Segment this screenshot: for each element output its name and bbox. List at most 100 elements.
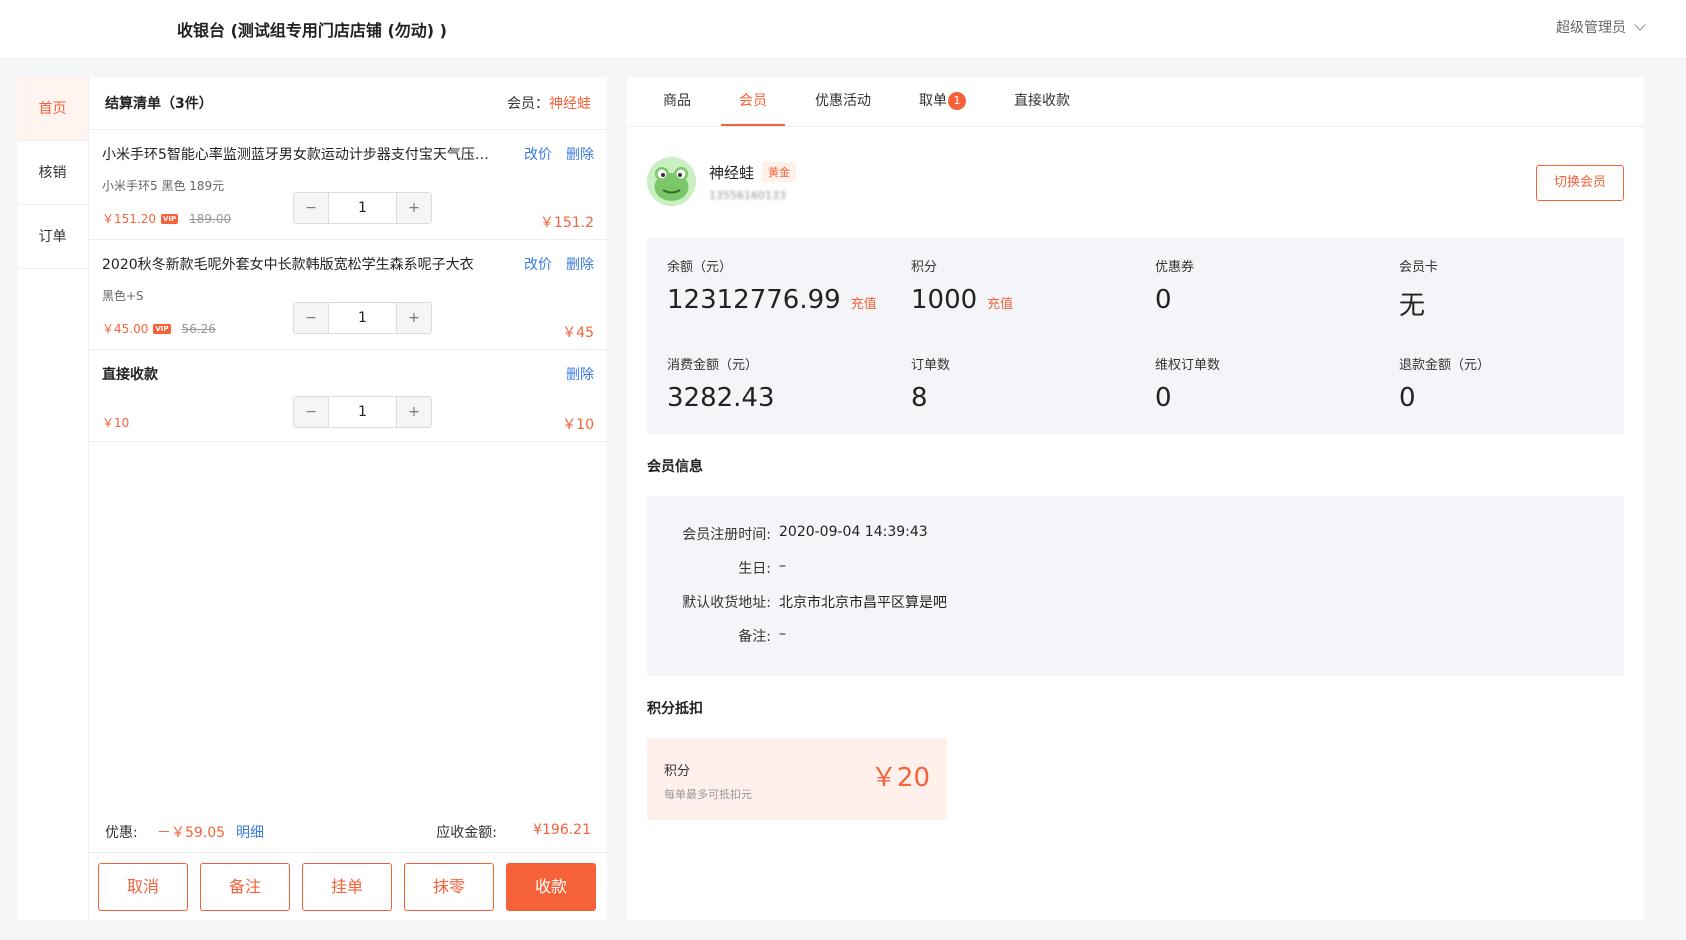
recharge-points-link[interactable]: 充值: [987, 293, 1013, 312]
top-bar: 收银台 (测试组专用门店店铺 (勿动) ) 超级管理员: [0, 0, 1686, 57]
stat-balance: 余额（元） 12312776.99 充值: [667, 256, 907, 315]
stat-label: 优惠券: [1155, 260, 1195, 275]
avatar: [647, 157, 696, 206]
note-button[interactable]: 备注: [200, 863, 290, 911]
cart-item: 小米手环5智能心率监测蓝牙男女款运动计步器支付宝天气压力… 改价 删除 小米手环…: [89, 130, 607, 240]
cart-item: 直接收款 删除 ￥10 − 1 + ￥10: [89, 350, 607, 442]
page-title: 收银台 (测试组专用门店店铺 (勿动) ): [177, 21, 447, 40]
edit-price-link[interactable]: 改价: [524, 144, 552, 164]
decrease-button[interactable]: −: [294, 303, 328, 333]
hold-order-button[interactable]: 挂单: [302, 863, 392, 911]
points-deduction-card[interactable]: 积分 每单最多可抵扣元 ￥20: [647, 738, 947, 820]
tab-direct-payment[interactable]: 直接收款: [996, 77, 1088, 126]
cancel-button[interactable]: 取消: [98, 863, 188, 911]
cart-item: 2020秋冬新款毛呢外套女中长款韩版宽松学生森系呢子大衣 改价 删除 黑色+S …: [89, 240, 607, 350]
tab-member[interactable]: 会员: [721, 77, 785, 126]
stat-points: 积分 1000 充值: [911, 256, 1151, 315]
user-name: 超级管理员: [1556, 20, 1626, 36]
item-total: ￥151.2: [539, 215, 594, 231]
cart-summary: 优惠: －￥59.05 明细 应收金额: ¥196.21: [89, 807, 607, 853]
decrease-button[interactable]: −: [294, 397, 328, 427]
amount-due-label: 应收金额:: [436, 825, 497, 841]
stat-label: 维权订单数: [1155, 358, 1221, 373]
member-name: 神经蛙: [709, 163, 755, 182]
item-total: ￥10: [562, 417, 594, 433]
delete-link[interactable]: 删除: [566, 364, 594, 384]
increase-button[interactable]: +: [397, 397, 431, 427]
member-info: 会员注册时间: 2020-09-04 14:39:43 生日: – 默认收货地址…: [647, 496, 1624, 676]
increase-button[interactable]: +: [397, 303, 431, 333]
points-subtitle: 每单最多可抵扣元: [664, 788, 752, 801]
member-info-title: 会员信息: [647, 459, 703, 475]
amount-due-value: ¥196.21: [533, 822, 591, 838]
round-off-button[interactable]: 抹零: [404, 863, 494, 911]
cart-member-label: 会员：: [507, 96, 549, 112]
points-deduction-title: 积分抵扣: [647, 701, 703, 717]
increase-button[interactable]: +: [397, 193, 431, 223]
stat-label: 消费金额（元）: [667, 358, 759, 373]
tab-retrieve-order-label: 取单: [919, 93, 947, 109]
vip-badge: VIP: [153, 323, 171, 334]
discount-label: 优惠:: [105, 825, 138, 841]
recharge-balance-link[interactable]: 充值: [851, 293, 877, 312]
item-name: 直接收款: [102, 367, 158, 383]
tab-promotions[interactable]: 优惠活动: [797, 77, 889, 126]
nav-item-orders[interactable]: 订单: [17, 205, 88, 269]
stat-value: 3282.43: [667, 383, 775, 413]
info-key: 默认收货地址:: [682, 595, 771, 611]
member-level-badge: 黄金: [762, 162, 797, 182]
quantity-input[interactable]: 1: [328, 303, 397, 333]
stat-label: 退款金额（元）: [1399, 358, 1491, 373]
stat-value: 0: [1399, 383, 1416, 413]
tab-retrieve-order[interactable]: 取单 1: [901, 77, 984, 126]
side-nav: 首页 核销 订单: [17, 77, 89, 920]
info-value: 北京市北京市昌平区算是吧: [779, 595, 947, 611]
checkout-list: 结算清单（3件） 会员：神经蛙 小米手环5智能心率监测蓝牙男女款运动计步器支付宝…: [89, 77, 607, 920]
stat-label: 会员卡: [1399, 260, 1439, 275]
item-price: ￥151.20: [102, 212, 156, 226]
delete-link[interactable]: 删除: [566, 254, 594, 274]
switch-member-button[interactable]: 切换会员: [1536, 165, 1624, 201]
vip-badge: VIP: [161, 213, 179, 224]
chevron-down-icon: [1634, 19, 1646, 31]
collect-payment-button[interactable]: 收款: [506, 863, 596, 911]
user-menu[interactable]: 超级管理员: [1556, 17, 1646, 37]
info-key: 生日:: [738, 561, 771, 577]
edit-price-link[interactable]: 改价: [524, 254, 552, 274]
frog-avatar-icon: [654, 167, 689, 201]
nav-item-home[interactable]: 首页: [17, 77, 88, 141]
item-spec: 黑色+S: [102, 289, 144, 303]
stat-coupons: 优惠券 0: [1155, 256, 1395, 315]
tab-products[interactable]: 商品: [645, 77, 709, 126]
item-name: 2020秋冬新款毛呢外套女中长款韩版宽松学生森系呢子大衣: [102, 257, 474, 273]
delete-link[interactable]: 删除: [566, 144, 594, 164]
info-row: 生日: –: [647, 558, 786, 578]
info-value: 2020-09-04 14:39:43: [779, 524, 928, 540]
quantity-input[interactable]: 1: [328, 193, 397, 223]
info-value: –: [779, 626, 786, 642]
checkout-title: 结算清单（3件）: [105, 96, 213, 112]
tab-bar: 商品 会员 优惠活动 取单 1 直接收款: [627, 77, 1644, 127]
item-price: ￥45.00: [102, 322, 149, 336]
item-name: 小米手环5智能心率监测蓝牙男女款运动计步器支付宝天气压力…: [102, 147, 492, 163]
info-value: –: [779, 558, 786, 574]
discount-value: －￥59.05: [157, 825, 226, 841]
stat-label: 余额（元）: [667, 260, 733, 275]
stat-spend: 消费金额（元） 3282.43: [667, 354, 907, 413]
member-stats: 余额（元） 12312776.99 充值 积分 1000 充值 优惠券 0 会员卡 …: [647, 238, 1624, 434]
checkout-header: 结算清单（3件） 会员：神经蛙: [89, 77, 607, 130]
stat-value: 8: [911, 383, 928, 413]
decrease-button[interactable]: −: [294, 193, 328, 223]
nav-item-verify[interactable]: 核销: [17, 141, 88, 205]
member-profile: 神经蛙 黄金 13556160133: [647, 157, 797, 206]
info-row: 默认收货地址: 北京市北京市昌平区算是吧: [647, 592, 947, 612]
quantity-input[interactable]: 1: [328, 397, 397, 427]
cart-member-name[interactable]: 神经蛙: [549, 96, 591, 112]
detail-panel: 商品 会员 优惠活动 取单1 直接收款 神经蛙 黄金 13556160133: [627, 77, 1644, 920]
checkout-actions: 取消 备注 挂单 抹零 收款: [98, 863, 596, 911]
member-phone: 13556160133: [709, 188, 786, 202]
count-badge: 1: [948, 92, 966, 110]
discount-detail-link[interactable]: 明细: [236, 822, 264, 842]
item-spec: 小米手环5 黑色 189元: [102, 179, 225, 193]
stat-value: 0: [1155, 383, 1172, 413]
